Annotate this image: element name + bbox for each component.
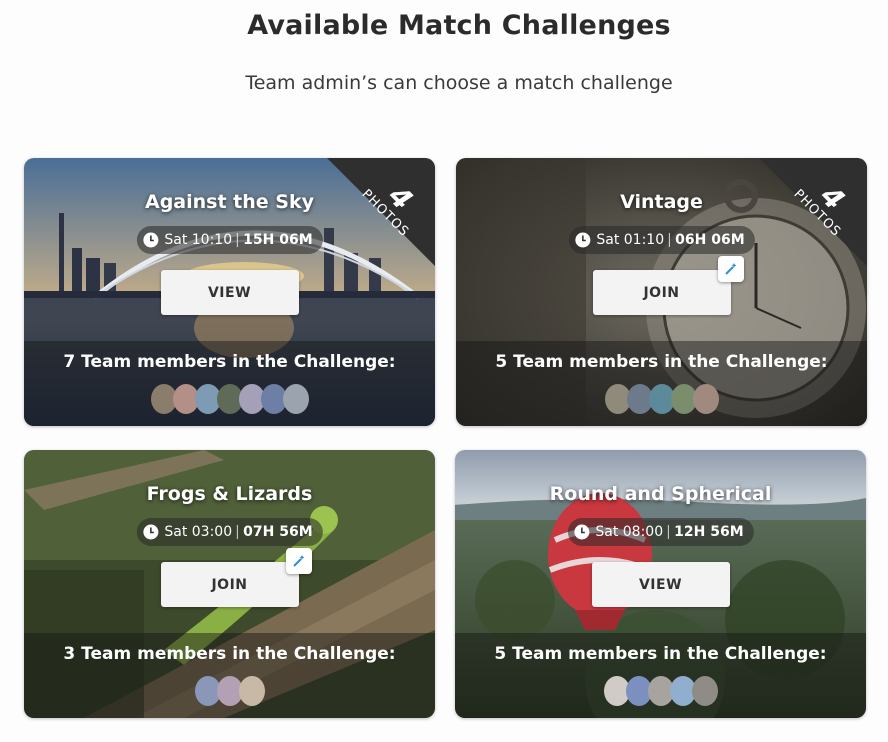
members-text: 5 Team members in the Challenge:: [494, 644, 827, 664]
magic-wand-icon[interactable]: [718, 256, 744, 282]
view-button[interactable]: VIEW: [160, 270, 299, 315]
time-separator: [669, 233, 671, 247]
challenge-card-frogs-lizards[interactable]: Frogs & Lizards Sat 03:00 07H 56M JOIN 3…: [24, 450, 435, 718]
page-subtitle: Team admin’s can choose a match challeng…: [245, 72, 673, 94]
challenge-time: Sat 01:10: [596, 232, 665, 248]
clock-icon: [142, 232, 158, 248]
challenge-card-round-and-spherical[interactable]: Round and Spherical Sat 08:00 12H 56M VI…: [455, 450, 866, 718]
card-title: Round and Spherical: [549, 483, 772, 505]
members-text: 5 Team members in the Challenge:: [495, 352, 828, 372]
member-avatars: [194, 676, 265, 706]
view-button[interactable]: VIEW: [591, 562, 730, 607]
time-pill: Sat 03:00 07H 56M: [136, 518, 323, 546]
join-button[interactable]: JOIN: [592, 270, 731, 315]
time-pill: Sat 01:10 06H 06M: [568, 226, 755, 254]
time-pill: Sat 08:00 12H 56M: [567, 518, 754, 546]
member-avatars: [150, 384, 309, 414]
challenge-card-against-the-sky[interactable]: 4 PHOTOS Against the Sky Sat 10:10 15H 0…: [24, 158, 435, 426]
clock-icon: [142, 524, 158, 540]
members-text: 3 Team members in the Challenge:: [63, 644, 396, 664]
clock-icon: [573, 524, 589, 540]
time-separator: [668, 525, 670, 539]
challenge-time: Sat 03:00: [164, 524, 233, 540]
time-remaining: 15H 06M: [243, 232, 313, 248]
card-title: Against the Sky: [145, 191, 314, 213]
time-remaining: 07H 56M: [243, 524, 313, 540]
avatar[interactable]: [691, 676, 718, 706]
challenge-card-vintage[interactable]: 4 PHOTOS Vintage Sat 01:10 06H 06M JOIN …: [456, 158, 867, 426]
magic-wand-icon[interactable]: [286, 548, 312, 574]
members-text: 7 Team members in the Challenge:: [63, 352, 396, 372]
avatar[interactable]: [282, 384, 309, 414]
member-avatars: [603, 676, 718, 706]
challenge-time: Sat 08:00: [595, 524, 664, 540]
time-remaining: 12H 56M: [674, 524, 744, 540]
card-title: Frogs & Lizards: [146, 483, 313, 505]
time-remaining: 06H 06M: [675, 232, 745, 248]
card-title: Vintage: [620, 191, 703, 213]
join-button[interactable]: JOIN: [160, 562, 299, 607]
time-separator: [237, 525, 239, 539]
time-separator: [237, 233, 239, 247]
page-title: Available Match Challenges: [247, 10, 671, 41]
member-avatars: [604, 384, 719, 414]
clock-icon: [574, 232, 590, 248]
avatar[interactable]: [692, 384, 719, 414]
challenge-time: Sat 10:10: [164, 232, 233, 248]
time-pill: Sat 10:10 15H 06M: [136, 226, 323, 254]
avatar[interactable]: [238, 676, 265, 706]
